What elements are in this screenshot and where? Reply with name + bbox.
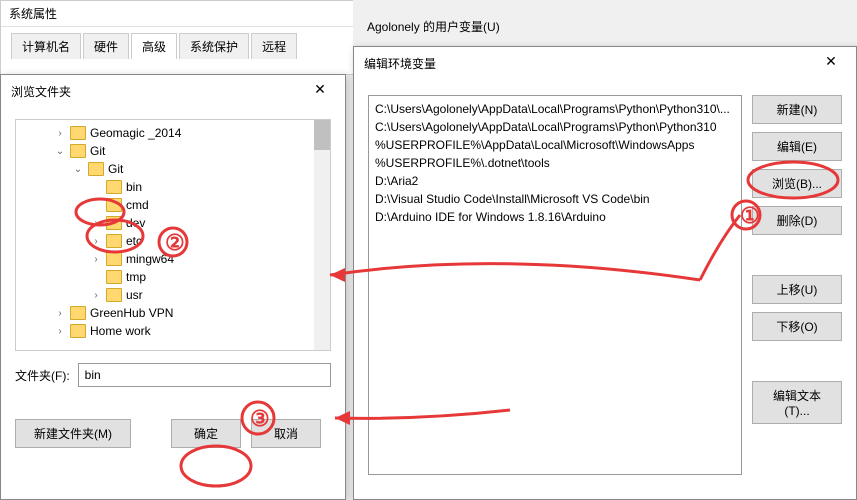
folder-icon [106, 252, 122, 266]
tree-item-label: Git [90, 144, 105, 158]
system-properties-window: 系统属性 计算机名 硬件 高级 系统保护 远程 [0, 0, 355, 75]
new-folder-button[interactable]: 新建文件夹(M) [15, 419, 131, 448]
tree-item-label: Home work [90, 324, 151, 338]
tree-item-label: etc [126, 234, 142, 248]
tree-item-label: tmp [126, 270, 146, 284]
close-icon[interactable]: ✕ [816, 53, 846, 73]
tree-item[interactable]: › mingw64 [16, 250, 330, 268]
tree-item[interactable]: ⌄ Git [16, 160, 330, 178]
folder-input-row: 文件夹(F): [15, 363, 331, 387]
tree-item-label: bin [126, 180, 142, 194]
tree-item-label: Git [108, 162, 123, 176]
folder-label: 文件夹(F): [15, 367, 70, 384]
folder-icon [106, 288, 122, 302]
tree-item-label: GreenHub VPN [90, 306, 173, 320]
expand-icon[interactable]: › [90, 218, 102, 229]
edit-body: C:\Users\Agolonely\AppData\Local\Program… [354, 79, 856, 491]
tree-item[interactable]: cmd [16, 196, 330, 214]
folder-icon [70, 324, 86, 338]
edit-buttons-column: 新建(N) 编辑(E) 浏览(B)... 删除(D) 上移(U) 下移(O) 编… [752, 95, 842, 475]
expand-icon[interactable]: › [90, 254, 102, 265]
path-item[interactable]: %USERPROFILE%\AppData\Local\Microsoft\Wi… [373, 136, 737, 154]
tree-item[interactable]: › usr [16, 286, 330, 304]
expand-icon[interactable]: › [54, 308, 66, 319]
path-item[interactable]: D:\Aria2 [373, 172, 737, 190]
tree-scrollbar[interactable] [314, 120, 330, 350]
path-item[interactable]: %USERPROFILE%\.dotnet\tools [373, 154, 737, 172]
tree-item[interactable]: bin [16, 178, 330, 196]
move-down-button[interactable]: 下移(O) [752, 312, 842, 341]
expand-icon[interactable]: › [54, 326, 66, 337]
user-vars-header: Agolonely 的用户变量(U) [353, 0, 857, 41]
dialog-buttons: 新建文件夹(M) 确定 取消 [1, 407, 345, 460]
folder-icon [106, 198, 122, 212]
path-item[interactable]: C:\Users\Agolonely\AppData\Local\Program… [373, 100, 737, 118]
tree-item[interactable]: › Geomagic _2014 [16, 124, 330, 142]
edit-dialog-title: 编辑环境变量 [364, 55, 436, 72]
edit-text-button[interactable]: 编辑文本(T)... [752, 381, 842, 424]
tree-item[interactable]: › Home work [16, 322, 330, 340]
edit-button[interactable]: 编辑(E) [752, 132, 842, 161]
tab-computer-name[interactable]: 计算机名 [11, 33, 81, 59]
tab-system-protection[interactable]: 系统保护 [179, 33, 249, 59]
dialog-title-bar: 浏览文件夹 ✕ [1, 75, 345, 107]
path-item[interactable]: D:\Arduino IDE for Windows 1.8.16\Arduin… [373, 208, 737, 226]
folder-icon [70, 126, 86, 140]
tab-advanced[interactable]: 高级 [131, 33, 177, 59]
close-icon[interactable]: ✕ [305, 81, 335, 101]
delete-button[interactable]: 删除(D) [752, 206, 842, 235]
tree-item[interactable]: › dev [16, 214, 330, 232]
tree-item[interactable]: › GreenHub VPN [16, 304, 330, 322]
folder-icon [106, 216, 122, 230]
dialog-title: 浏览文件夹 [11, 83, 71, 100]
path-list[interactable]: C:\Users\Agolonely\AppData\Local\Program… [368, 95, 742, 475]
tree-item[interactable]: › etc [16, 232, 330, 250]
folder-icon [106, 270, 122, 284]
browse-button[interactable]: 浏览(B)... [752, 169, 842, 198]
tree-item-label: mingw64 [126, 252, 174, 266]
tree-item-label: Geomagic _2014 [90, 126, 181, 140]
scrollbar-thumb[interactable] [314, 120, 330, 150]
folder-icon [70, 144, 86, 158]
new-button[interactable]: 新建(N) [752, 95, 842, 124]
edit-title-bar: 编辑环境变量 ✕ [354, 47, 856, 79]
move-up-button[interactable]: 上移(U) [752, 275, 842, 304]
folder-icon [70, 306, 86, 320]
tree-item-label: usr [126, 288, 143, 302]
folder-input[interactable] [78, 363, 331, 387]
tab-hardware[interactable]: 硬件 [83, 33, 129, 59]
env-section: Agolonely 的用户变量(U) 编辑环境变量 ✕ C:\Users\Ago… [353, 0, 857, 500]
cancel-button[interactable]: 取消 [251, 419, 321, 448]
expand-icon[interactable]: › [90, 236, 102, 247]
folder-icon [106, 234, 122, 248]
window-title: 系统属性 [1, 1, 354, 27]
tree-item[interactable]: ⌄ Git [16, 142, 330, 160]
tree-item-label: dev [126, 216, 145, 230]
folder-icon [106, 180, 122, 194]
tabs-bar: 计算机名 硬件 高级 系统保护 远程 [1, 27, 354, 59]
expand-icon[interactable]: ⌄ [54, 146, 66, 157]
browse-folder-dialog: 浏览文件夹 ✕ ›Geomagic _2014⌄Git⌄Gitbincmd›de… [0, 74, 346, 500]
tab-remote[interactable]: 远程 [251, 33, 297, 59]
tree-item-label: cmd [126, 198, 149, 212]
ok-button[interactable]: 确定 [171, 419, 241, 448]
folder-icon [88, 162, 104, 176]
path-item[interactable]: C:\Users\Agolonely\AppData\Local\Program… [373, 118, 737, 136]
edit-env-dialog: 编辑环境变量 ✕ C:\Users\Agolonely\AppData\Loca… [353, 46, 857, 500]
tree-item[interactable]: tmp [16, 268, 330, 286]
expand-icon[interactable]: › [54, 128, 66, 139]
folder-tree[interactable]: ›Geomagic _2014⌄Git⌄Gitbincmd›dev›etc›mi… [15, 119, 331, 351]
expand-icon[interactable]: ⌄ [72, 164, 84, 175]
expand-icon[interactable]: › [90, 290, 102, 301]
path-item[interactable]: D:\Visual Studio Code\Install\Microsoft … [373, 190, 737, 208]
